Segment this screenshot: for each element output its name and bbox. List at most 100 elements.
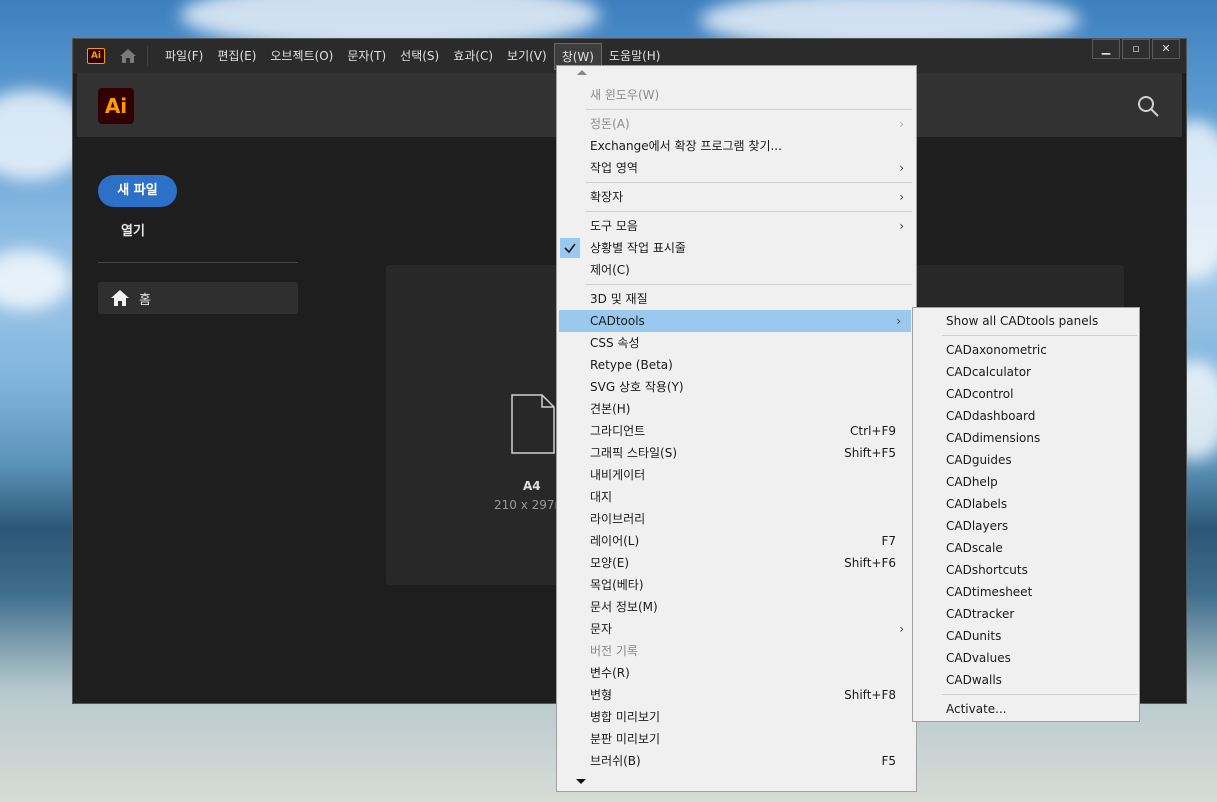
menu-option-label: 제어(C) xyxy=(590,263,630,277)
menu-option[interactable]: 확장자 › xyxy=(557,186,916,208)
open-button[interactable]: 열기 xyxy=(121,220,145,239)
submenu-option-label: CADtracker xyxy=(946,607,1015,621)
submenu-option[interactable]: CADhelp xyxy=(913,471,1139,493)
menu-option[interactable]: 그래픽 스타일(S) Shift+F5 xyxy=(557,442,916,464)
menu-item[interactable]: 보기(V) xyxy=(500,43,554,70)
submenu-option[interactable]: CADguides xyxy=(913,449,1139,471)
submenu-option-label: CADdimensions xyxy=(946,431,1041,445)
submenu-option-label: CADvalues xyxy=(946,651,1011,665)
menu-option[interactable]: 대지 xyxy=(557,486,916,508)
cadtools-submenu: Show all CADtools panels CADaxonometric CA… xyxy=(912,307,1140,722)
menu-option[interactable]: 변수(R) xyxy=(557,662,916,684)
submenu-option[interactable]: CADtracker xyxy=(913,603,1139,625)
menu-option[interactable]: 레이어(L) F7 xyxy=(557,530,916,552)
submenu-option[interactable]: CADaxonometric xyxy=(913,339,1139,361)
menu-option: 버전 기록 xyxy=(557,640,916,662)
menu-option[interactable]: Retype (Beta) xyxy=(557,354,916,376)
menu-option[interactable]: 내비게이터 xyxy=(557,464,916,486)
menu-option[interactable]: 문서 정보(M) xyxy=(557,596,916,618)
menu-option-label: 변수(R) xyxy=(590,666,630,680)
menu-option-label: 그라디언트 xyxy=(590,424,646,438)
menu-option[interactable]: CADtools › xyxy=(559,310,911,332)
menu-option[interactable]: 브러쉬(B) F5 xyxy=(557,750,916,772)
menu-option-label: 분판 미리보기 xyxy=(590,732,661,746)
submenu-option[interactable]: CADvalues xyxy=(913,647,1139,669)
submenu-option[interactable]: Activate... xyxy=(913,698,1139,720)
menu-option[interactable]: 도구 모음 › xyxy=(557,215,916,237)
menu-item[interactable]: 편집(E) xyxy=(210,43,263,70)
scroll-down-arrow-icon[interactable] xyxy=(576,779,586,784)
menu-item[interactable]: 효과(C) xyxy=(446,43,500,70)
menu-option-label: CSS 속성 xyxy=(590,336,640,350)
menu-option[interactable]: 3D 및 재질 xyxy=(557,288,916,310)
menu-option-label: Exchange에서 확장 프로그램 찾기... xyxy=(590,139,782,153)
menu-option[interactable]: 그라디언트 Ctrl+F9 xyxy=(557,420,916,442)
home-icon[interactable] xyxy=(119,48,137,64)
menu-option-label: Retype (Beta) xyxy=(590,358,673,372)
sidebar-divider xyxy=(98,262,298,263)
menu-option[interactable]: SVG 상호 작용(Y) xyxy=(557,376,916,398)
menu-option: 새 윈도우(W) xyxy=(557,84,916,106)
menu-option-label: 문자 xyxy=(590,622,613,636)
submenu-option[interactable]: CADtimesheet xyxy=(913,581,1139,603)
menu-option[interactable]: Exchange에서 확장 프로그램 찾기... xyxy=(557,135,916,157)
document-preset-icon[interactable] xyxy=(510,393,556,459)
menu-item[interactable]: 문자(T) xyxy=(340,43,393,70)
menu-option[interactable]: CSS 속성 xyxy=(557,332,916,354)
menu-option[interactable]: 상황별 작업 표시줄 xyxy=(557,237,916,259)
submenu-option[interactable]: CADcontrol xyxy=(913,383,1139,405)
submenu-option[interactable]: CADlayers xyxy=(913,515,1139,537)
menu-option[interactable]: 변형 Shift+F8 xyxy=(557,684,916,706)
menu-option-label: 버전 기록 xyxy=(590,644,638,658)
sidebar-item-home[interactable]: 홈 xyxy=(98,282,298,314)
menu-option[interactable]: 견본(H) xyxy=(557,398,916,420)
menu-item[interactable]: 오브젝트(O) xyxy=(263,43,340,70)
close-button[interactable]: ✕ xyxy=(1152,39,1180,59)
chevron-right-icon: › xyxy=(896,314,901,328)
submenu-option[interactable]: CADlabels xyxy=(913,493,1139,515)
menu-item[interactable]: 선택(S) xyxy=(393,43,446,70)
menu-option-label: 작업 영역 xyxy=(590,161,638,175)
menu-option-label: 그래픽 스타일(S) xyxy=(590,446,678,460)
search-icon[interactable] xyxy=(1136,94,1160,118)
submenu-option-label: CADunits xyxy=(946,629,1002,643)
menu-option-label: 변형 xyxy=(590,688,613,702)
submenu-option-label: CADhelp xyxy=(946,475,998,489)
submenu-option[interactable]: CADscale xyxy=(913,537,1139,559)
scroll-up-arrow-icon[interactable] xyxy=(577,70,587,75)
maximize-button[interactable]: ▫ xyxy=(1122,39,1150,59)
submenu-option[interactable]: Show all CADtools panels xyxy=(913,310,1139,332)
submenu-option[interactable]: CADdimensions xyxy=(913,427,1139,449)
menu-option[interactable]: 문자 › xyxy=(557,618,916,640)
menu-option-label: 브러쉬(B) xyxy=(590,754,641,768)
menu-option-label: 정돈(A) xyxy=(590,117,630,131)
submenu-option-label: CADscale xyxy=(946,541,1003,555)
submenu-option-label: Show all CADtools panels xyxy=(946,314,1099,328)
submenu-option[interactable]: CADshortcuts xyxy=(913,559,1139,581)
new-file-button[interactable]: 새 파일 xyxy=(98,175,177,207)
menu-option-label: 목업(베타) xyxy=(590,578,644,592)
menu-option-label: 3D 및 재질 xyxy=(590,292,648,306)
submenu-option[interactable]: CADcalculator xyxy=(913,361,1139,383)
preset-size: 210 x 297mm xyxy=(494,498,558,512)
menu-option[interactable]: 작업 영역 › xyxy=(557,157,916,179)
menu-item[interactable]: 파일(F) xyxy=(158,43,210,70)
menu-option[interactable]: 병합 미리보기 xyxy=(557,706,916,728)
menu-option[interactable]: 목업(베타) xyxy=(557,574,916,596)
menu-option-label: 도구 모음 xyxy=(590,219,638,233)
submenu-option[interactable]: CADunits xyxy=(913,625,1139,647)
window-menu-dropdown: 새 윈도우(W) 정돈(A) › Exchange에서 확장 프로그램 찾기... 작업… xyxy=(556,65,917,792)
menu-option[interactable]: 모양(E) Shift+F6 xyxy=(557,552,916,574)
menu-option-label: 견본(H) xyxy=(590,402,631,416)
menu-option[interactable]: 라이브러리 xyxy=(557,508,916,530)
minimize-button[interactable]: ▁ xyxy=(1092,39,1120,59)
home-icon xyxy=(111,290,129,306)
menu-option-label: SVG 상호 작용(Y) xyxy=(590,380,684,394)
menu-option-label: 새 윈도우(W) xyxy=(590,88,660,102)
submenu-option[interactable]: CADdashboard xyxy=(913,405,1139,427)
menu-option[interactable]: 제어(C) xyxy=(557,259,916,281)
menu-option-label: 문서 정보(M) xyxy=(590,600,658,614)
submenu-option-label: CADcalculator xyxy=(946,365,1031,379)
submenu-option[interactable]: CADwalls xyxy=(913,669,1139,691)
menu-option[interactable]: 분판 미리보기 xyxy=(557,728,916,750)
